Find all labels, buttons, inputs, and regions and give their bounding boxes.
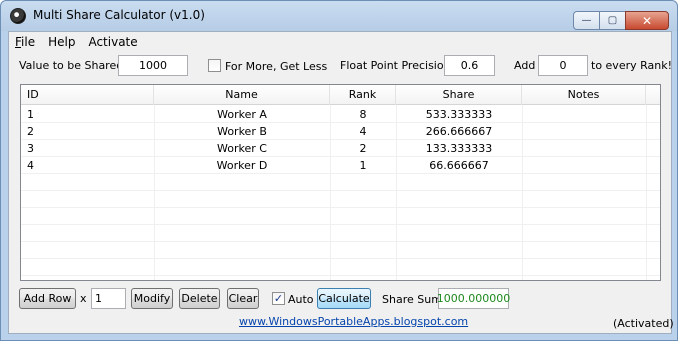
share-sum-value: 1000.000000 xyxy=(437,288,510,309)
menu-bar: File Help Activate xyxy=(9,32,671,52)
cell-rank: 2 xyxy=(359,142,367,155)
app-window: Multi Share Calculator (v1.0) — ▢ ✕ File… xyxy=(0,0,678,341)
check-icon: ✓ xyxy=(273,292,284,305)
table-row[interactable]: 2 Worker B 4 266.666667 xyxy=(21,123,660,140)
menu-file[interactable]: File xyxy=(15,35,35,49)
cell-share: 533.333333 xyxy=(425,108,493,121)
share-sum-label: Share Sum xyxy=(382,293,442,306)
cell-notes xyxy=(522,123,646,140)
add-rank-input[interactable]: 0 xyxy=(538,55,588,76)
for-more-checkbox[interactable] xyxy=(208,59,221,72)
activation-status: (Activated) xyxy=(613,317,674,330)
cell-rank: 8 xyxy=(359,108,367,121)
title-bar[interactable]: Multi Share Calculator (v1.0) — ▢ ✕ xyxy=(1,1,677,31)
minimize-icon: — xyxy=(581,15,592,26)
cell-notes xyxy=(522,140,646,157)
maximize-button[interactable]: ▢ xyxy=(599,11,625,30)
client-area: File Help Activate Value to be Shared: 1… xyxy=(8,31,674,334)
cell-name: Worker C xyxy=(217,142,267,155)
cell-id: 4 xyxy=(27,159,34,172)
cell-name: Worker D xyxy=(216,159,268,172)
website-link[interactable]: www.WindowsPortableApps.blogspot.com xyxy=(239,315,468,328)
cell-notes xyxy=(522,157,646,174)
column-header-id[interactable]: ID xyxy=(21,85,154,105)
precision-label: Float Point Precision: xyxy=(340,59,455,72)
cell-id: 3 xyxy=(27,142,34,155)
column-header-name[interactable]: Name xyxy=(154,85,330,105)
window-controls: — ▢ ✕ xyxy=(573,11,669,31)
table-row[interactable]: 1 Worker A 8 533.333333 xyxy=(21,106,660,123)
multiplier-label: x xyxy=(80,292,87,305)
close-icon: ✕ xyxy=(641,13,653,28)
value-input[interactable]: 1000 xyxy=(118,55,188,76)
table-row[interactable]: 4 Worker D 1 66.666667 xyxy=(21,157,660,174)
modify-button[interactable]: Modify xyxy=(131,288,173,309)
cell-id: 2 xyxy=(27,125,34,138)
minimize-button[interactable]: — xyxy=(573,11,599,30)
column-header-rank[interactable]: Rank xyxy=(330,85,396,105)
share-table[interactable]: ID Name Rank Share Notes 1 Worker A 8 53… xyxy=(20,84,661,281)
column-header-share[interactable]: Share xyxy=(396,85,522,105)
auto-label: Auto xyxy=(288,293,314,306)
window-title: Multi Share Calculator (v1.0) xyxy=(33,8,205,22)
add-row-button[interactable]: Add Row xyxy=(19,288,76,309)
precision-input[interactable]: 0.6 xyxy=(444,55,495,76)
column-header-notes[interactable]: Notes xyxy=(522,85,646,105)
calculate-button[interactable]: Calculate xyxy=(317,288,371,309)
table-header: ID Name Rank Share Notes xyxy=(21,85,660,105)
auto-checkbox[interactable]: ✓ xyxy=(272,292,285,305)
add-suffix-label: to every Rank! xyxy=(591,59,673,72)
cell-share: 66.666667 xyxy=(429,159,489,172)
menu-activate[interactable]: Activate xyxy=(88,35,137,49)
add-label: Add xyxy=(514,59,536,72)
delete-button[interactable]: Delete xyxy=(179,288,220,309)
maximize-icon: ▢ xyxy=(607,15,618,26)
app-icon[interactable] xyxy=(10,8,26,24)
menu-help[interactable]: Help xyxy=(48,35,75,49)
value-label: Value to be Shared: xyxy=(19,59,127,72)
close-button[interactable]: ✕ xyxy=(625,11,669,30)
cell-id: 1 xyxy=(27,108,34,121)
table-row[interactable]: 3 Worker C 2 133.333333 xyxy=(21,140,660,157)
clear-button[interactable]: Clear xyxy=(227,288,259,309)
cell-name: Worker A xyxy=(217,108,267,121)
row-count-input[interactable]: 1 xyxy=(91,288,126,309)
cell-notes xyxy=(522,106,646,123)
cell-share: 133.333333 xyxy=(425,142,493,155)
cell-rank: 4 xyxy=(359,125,367,138)
for-more-label: For More, Get Less xyxy=(225,60,328,73)
cell-rank: 1 xyxy=(359,159,367,172)
cell-name: Worker B xyxy=(217,125,267,138)
cell-share: 266.666667 xyxy=(425,125,493,138)
